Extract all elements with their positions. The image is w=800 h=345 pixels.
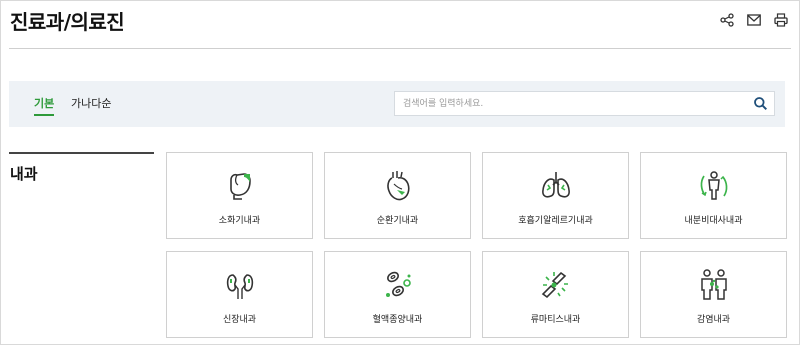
body-metabolism-icon — [700, 171, 727, 200]
department-card-rheumatology[interactable]: 류마티스내과 — [482, 251, 629, 338]
tab-basic[interactable]: 기본 — [34, 95, 55, 116]
infection-people-icon — [700, 269, 727, 300]
search-box — [394, 91, 775, 116]
title-divider — [9, 48, 791, 49]
print-icon[interactable] — [772, 11, 789, 28]
page-tools — [718, 11, 789, 28]
department-card-pulmonology[interactable]: 호흡기알레르기내과 — [482, 152, 629, 239]
page-title: 진료과/의료진 — [10, 10, 125, 34]
kidneys-icon — [226, 274, 253, 299]
joint-icon — [541, 271, 568, 299]
department-label: 소화기내과 — [218, 216, 261, 226]
search-icon[interactable] — [753, 96, 768, 111]
department-label: 내분비대사내과 — [684, 216, 743, 226]
department-label: 감염내과 — [696, 315, 731, 325]
blood-cells-icon — [385, 271, 411, 297]
lungs-icon — [541, 172, 570, 198]
department-label: 순환기내과 — [376, 216, 419, 226]
department-card-gastroenterology[interactable]: 소화기내과 — [166, 152, 313, 239]
department-card-nephrology[interactable]: 신장내과 — [166, 251, 313, 338]
tab-alphabetical[interactable]: 가나다순 — [71, 95, 111, 111]
share-icon[interactable] — [718, 11, 735, 28]
stomach-icon — [229, 173, 251, 200]
department-card-infectious-diseases[interactable]: 감염내과 — [640, 251, 787, 338]
filter-bar: 기본 가나다순 — [9, 81, 785, 127]
department-card-endocrinology[interactable]: 내분비대사내과 — [640, 152, 787, 239]
department-card-hematology-oncology[interactable]: 혈액종양내과 — [324, 251, 471, 338]
mail-icon[interactable] — [745, 11, 762, 28]
department-label: 신장내과 — [222, 315, 257, 325]
search-input[interactable] — [395, 92, 748, 115]
department-label: 류마티스내과 — [530, 315, 581, 325]
heart-icon — [386, 171, 410, 201]
department-grid: 소화기내과 순환기내과 호흡기알레르기내과 내분비대사내과 신장내과 혈액종양내… — [166, 152, 789, 342]
department-card-cardiology[interactable]: 순환기내과 — [324, 152, 471, 239]
section-divider — [9, 152, 154, 154]
department-label: 혈액종양내과 — [372, 315, 423, 325]
department-label: 호흡기알레르기내과 — [518, 216, 593, 226]
section-title: 내과 — [10, 165, 38, 183]
